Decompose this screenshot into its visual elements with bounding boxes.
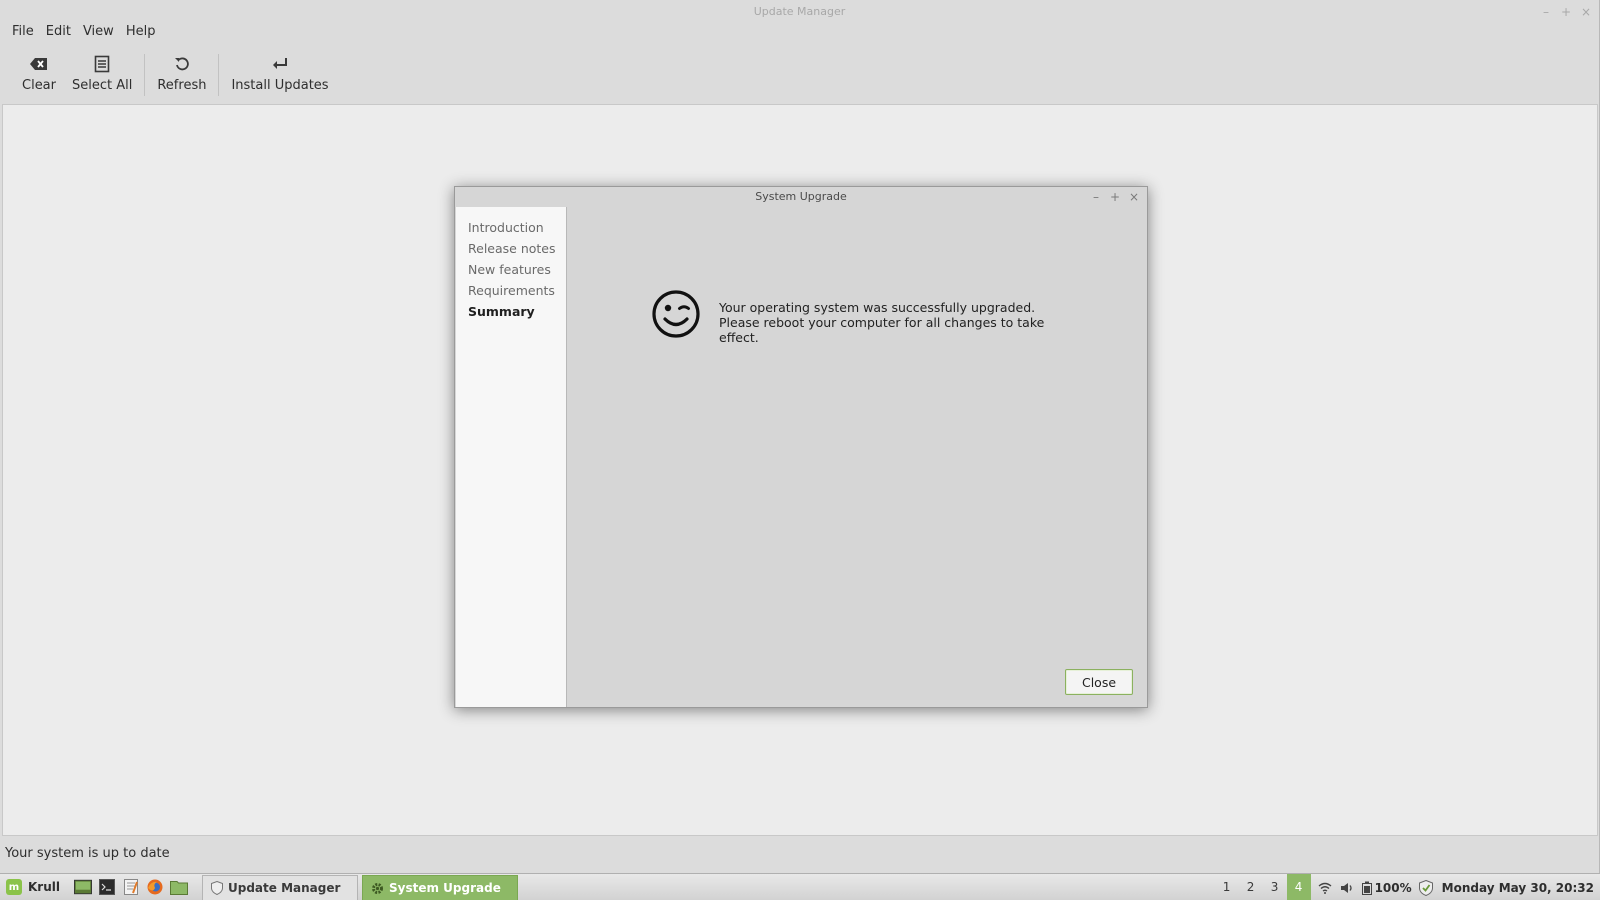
- nav-item-summary[interactable]: Summary: [456, 301, 566, 322]
- status-bar: Your system is up to date: [5, 846, 170, 861]
- update-shield-icon[interactable]: [1418, 879, 1434, 896]
- nav-item-new-features[interactable]: New features: [456, 259, 566, 280]
- gear-icon: [372, 882, 383, 894]
- minimize-button[interactable]: –: [1541, 5, 1551, 19]
- window-title: Update Manager: [753, 5, 846, 18]
- task-label: Update Manager: [228, 881, 341, 895]
- menu-help[interactable]: Help: [122, 22, 160, 42]
- toolbar-separator: [144, 54, 146, 96]
- workspace-switcher: 1 2 3 4: [1215, 874, 1311, 900]
- task-label: System Upgrade: [389, 881, 501, 895]
- start-menu-button[interactable]: m Krull: [0, 874, 60, 900]
- file-manager-icon[interactable]: [170, 878, 188, 896]
- refresh-label: Refresh: [157, 78, 207, 93]
- toolbar: Clear Select All Refresh Install Updates: [0, 50, 1599, 100]
- install-updates-button[interactable]: Install Updates: [223, 50, 336, 96]
- battery-percent: 100%: [1374, 880, 1412, 895]
- wifi-icon[interactable]: [1317, 880, 1333, 896]
- task-system-upgrade[interactable]: System Upgrade: [362, 875, 518, 900]
- menu-file[interactable]: File: [8, 22, 38, 42]
- task-update-manager[interactable]: Update Manager: [202, 875, 358, 900]
- workspace-4[interactable]: 4: [1286, 874, 1311, 900]
- wink-smiley-icon: [652, 290, 700, 338]
- window-list: Update Manager System Upgrade: [202, 874, 518, 900]
- mint-logo-icon: m: [6, 879, 22, 895]
- dialog-close-window-button[interactable]: ×: [1129, 190, 1139, 204]
- dialog-content: Your operating system was successfully u…: [567, 207, 1147, 707]
- battery-indicator[interactable]: 100%: [1361, 881, 1412, 895]
- install-updates-label: Install Updates: [231, 78, 329, 93]
- select-all-icon: [94, 54, 110, 74]
- nav-item-requirements[interactable]: Requirements: [456, 280, 566, 301]
- install-updates-icon: [271, 54, 289, 74]
- maximize-button[interactable]: +: [1561, 5, 1571, 19]
- close-window-button[interactable]: ×: [1581, 5, 1591, 19]
- dialog-title: System Upgrade: [755, 190, 847, 203]
- dialog-window-controls: – + ×: [1091, 187, 1139, 207]
- launchers: [74, 878, 188, 896]
- refresh-icon: [173, 54, 191, 74]
- system-upgrade-dialog: System Upgrade – + × Introduction Releas…: [454, 186, 1148, 708]
- select-all-label: Select All: [72, 78, 133, 93]
- battery-icon: [1361, 881, 1372, 895]
- workspace-1[interactable]: 1: [1215, 874, 1239, 900]
- clear-icon: [29, 54, 49, 74]
- menu-edit[interactable]: Edit: [42, 22, 75, 42]
- menu-view[interactable]: View: [79, 22, 118, 42]
- toolbar-separator: [218, 54, 220, 96]
- shield-icon: [211, 881, 223, 895]
- start-menu-label: Krull: [28, 880, 60, 894]
- terminal-icon[interactable]: [98, 878, 116, 896]
- taskbar: m Krull Update Manager System Upgrade 1 …: [0, 873, 1600, 900]
- dialog-maximize-button[interactable]: +: [1110, 190, 1120, 204]
- select-all-button[interactable]: Select All: [64, 50, 140, 96]
- workspace-3[interactable]: 3: [1263, 874, 1287, 900]
- upgrade-success-message: Your operating system was successfully u…: [719, 300, 1045, 345]
- dialog-minimize-button[interactable]: –: [1091, 190, 1101, 204]
- window-controls: – + ×: [1541, 0, 1591, 24]
- menubar: File Edit View Help: [0, 22, 159, 42]
- text-editor-icon[interactable]: [122, 878, 140, 896]
- clock[interactable]: Monday May 30, 20:32: [1442, 881, 1594, 895]
- clear-label: Clear: [22, 78, 56, 93]
- dialog-sidebar: Introduction Release notes New features …: [456, 207, 567, 707]
- volume-icon[interactable]: [1339, 880, 1355, 896]
- show-desktop-icon[interactable]: [74, 878, 92, 896]
- workspace-2[interactable]: 2: [1239, 874, 1263, 900]
- close-button[interactable]: Close: [1065, 669, 1133, 695]
- nav-item-release-notes[interactable]: Release notes: [456, 238, 566, 259]
- nav-item-introduction[interactable]: Introduction: [456, 217, 566, 238]
- clear-button[interactable]: Clear: [14, 50, 64, 96]
- refresh-button[interactable]: Refresh: [149, 50, 214, 96]
- firefox-icon[interactable]: [146, 878, 164, 896]
- system-tray: 1 2 3 4 100% Monday May 30, 20:32: [1215, 874, 1600, 900]
